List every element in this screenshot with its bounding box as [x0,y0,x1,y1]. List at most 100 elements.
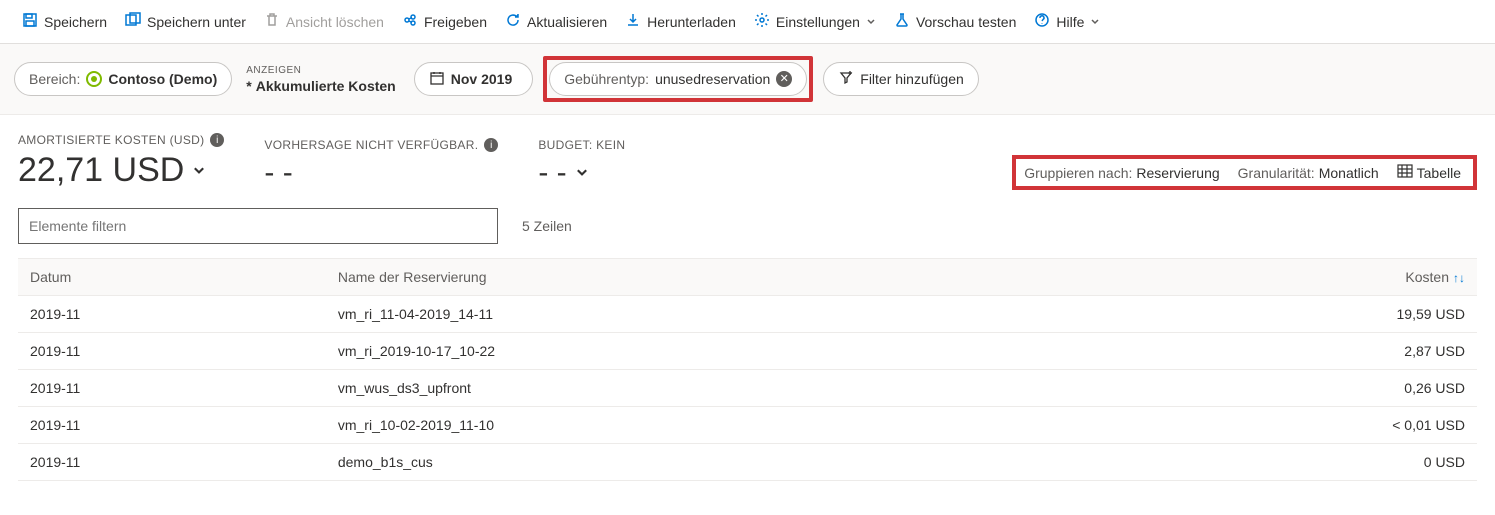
download-button[interactable]: Herunterladen [617,8,744,35]
trash-icon [264,12,280,31]
test-preview-button[interactable]: Vorschau testen [886,8,1024,35]
granularity-control[interactable]: Granularität: Monatlich [1238,165,1383,181]
view-value: Akkumulierte Kosten [256,78,396,94]
save-as-icon [125,12,141,31]
table-icon [1397,163,1413,182]
cell-name: vm_ri_2019-10-17_10-22 [326,333,1076,370]
date-value: Nov 2019 [451,71,512,87]
row-count-label: 5 Zeilen [522,218,572,234]
view-type-value: Tabelle [1417,165,1461,181]
cell-cost: 19,59 USD [1076,296,1477,333]
col-reservation-name[interactable]: Name der Reservierung [326,259,1076,296]
help-button[interactable]: Hilfe [1026,8,1108,35]
view-tiny-label: ANZEIGEN [246,65,400,76]
save-button[interactable]: Speichern [14,8,115,35]
scope-badge-icon [86,71,102,87]
amortized-value-dropdown[interactable]: 22,71 USD [18,151,224,190]
add-filter-icon [838,70,854,89]
cell-cost: 0,26 USD [1076,370,1477,407]
filter-highlight: Gebührentyp: unusedreservation ✕ [543,56,813,102]
chevron-down-icon [192,164,206,178]
cell-date: 2019-11 [18,370,326,407]
flask-icon [894,12,910,31]
forecast-value: - - [264,156,292,190]
cell-name: vm_ri_10-02-2019_11-10 [326,407,1076,444]
granularity-label: Granularität: [1238,165,1315,181]
col-date[interactable]: Datum [18,259,326,296]
cell-date: 2019-11 [18,333,326,370]
settings-button[interactable]: Einstellungen [746,8,884,35]
forecast-label: VORHERSAGE NICHT VERFÜGBAR. [264,138,478,152]
share-label: Freigeben [424,14,487,30]
cost-table: Datum Name der Reservierung Kosten↑↓ 201… [18,258,1477,481]
table-row[interactable]: 2019-11demo_b1s_cus0 USD [18,444,1477,481]
info-icon[interactable]: i [210,133,224,147]
scope-label: Bereich: [29,71,80,87]
stats-row: AMORTISIERTE KOSTEN (USD) i 22,71 USD VO… [0,115,1495,198]
save-icon [22,12,38,31]
forecast-stat: VORHERSAGE NICHT VERFÜGBAR. i - - [264,138,498,190]
cell-name: vm_wus_ds3_upfront [326,370,1076,407]
info-icon[interactable]: i [484,138,498,152]
group-by-label: Gruppieren nach: [1024,165,1132,181]
command-bar: Speichern Speichern unter Ansicht lösche… [0,0,1495,44]
budget-label: BUDGET: KEIN [538,138,625,152]
download-label: Herunterladen [647,14,736,30]
help-icon [1034,12,1050,31]
budget-value: - - [538,156,566,190]
save-as-label: Speichern unter [147,14,246,30]
share-icon [402,12,418,31]
calendar-icon [429,70,445,89]
view-controls-highlight: Gruppieren nach: Reservierung Granularit… [1012,155,1477,190]
cell-cost: 0 USD [1076,444,1477,481]
charge-type-filter-pill[interactable]: Gebührentyp: unusedreservation ✕ [549,62,807,96]
cell-name: demo_b1s_cus [326,444,1076,481]
amortized-label: AMORTISIERTE KOSTEN (USD) [18,133,204,147]
col-cost[interactable]: Kosten↑↓ [1076,259,1477,296]
remove-filter-icon[interactable]: ✕ [776,71,792,87]
filter-value: unusedreservation [655,71,770,87]
cell-name: vm_ri_11-04-2019_14-11 [326,296,1076,333]
delete-view-label: Ansicht löschen [286,14,384,30]
view-type-control[interactable]: Tabelle [1397,163,1465,182]
table-row[interactable]: 2019-11vm_ri_2019-10-17_10-222,87 USD [18,333,1477,370]
chevron-down-icon [575,166,589,180]
pill-bar: Bereich: Contoso (Demo) ANZEIGEN * Akkum… [0,44,1495,115]
budget-stat: BUDGET: KEIN - - [538,138,625,190]
scope-value: Contoso (Demo) [108,71,217,87]
delete-view-button: Ansicht löschen [256,8,392,35]
gear-icon [754,12,770,31]
download-icon [625,12,641,31]
view-selector[interactable]: ANZEIGEN * Akkumulierte Kosten [242,65,404,94]
chevron-down-icon [866,17,876,27]
add-filter-label: Filter hinzufügen [860,71,964,87]
share-button[interactable]: Freigeben [394,8,495,35]
filter-label: Gebührentyp: [564,71,649,87]
chevron-down-icon [1090,17,1100,27]
save-label: Speichern [44,14,107,30]
cell-date: 2019-11 [18,296,326,333]
amortized-cost-stat: AMORTISIERTE KOSTEN (USD) i 22,71 USD [18,133,224,190]
refresh-label: Aktualisieren [527,14,607,30]
cell-cost: < 0,01 USD [1076,407,1477,444]
sort-icon: ↑↓ [1453,271,1465,285]
refresh-icon [505,12,521,31]
refresh-button[interactable]: Aktualisieren [497,8,615,35]
date-pill[interactable]: Nov 2019 [414,62,533,96]
settings-label: Einstellungen [776,14,860,30]
cell-date: 2019-11 [18,444,326,481]
table-row[interactable]: 2019-11vm_ri_11-04-2019_14-1119,59 USD [18,296,1477,333]
scope-pill[interactable]: Bereich: Contoso (Demo) [14,62,232,96]
save-as-button[interactable]: Speichern unter [117,8,254,35]
help-label: Hilfe [1056,14,1084,30]
group-by-control[interactable]: Gruppieren nach: Reservierung [1024,165,1223,181]
add-filter-pill[interactable]: Filter hinzufügen [823,62,979,96]
budget-value-dropdown[interactable]: - - [538,156,625,190]
cell-cost: 2,87 USD [1076,333,1477,370]
group-by-value: Reservierung [1136,165,1219,181]
table-filter-bar: 5 Zeilen [0,198,1495,258]
amortized-value: 22,71 USD [18,151,184,190]
filter-items-input[interactable] [18,208,498,244]
table-row[interactable]: 2019-11vm_ri_10-02-2019_11-10< 0,01 USD [18,407,1477,444]
table-row[interactable]: 2019-11vm_wus_ds3_upfront0,26 USD [18,370,1477,407]
